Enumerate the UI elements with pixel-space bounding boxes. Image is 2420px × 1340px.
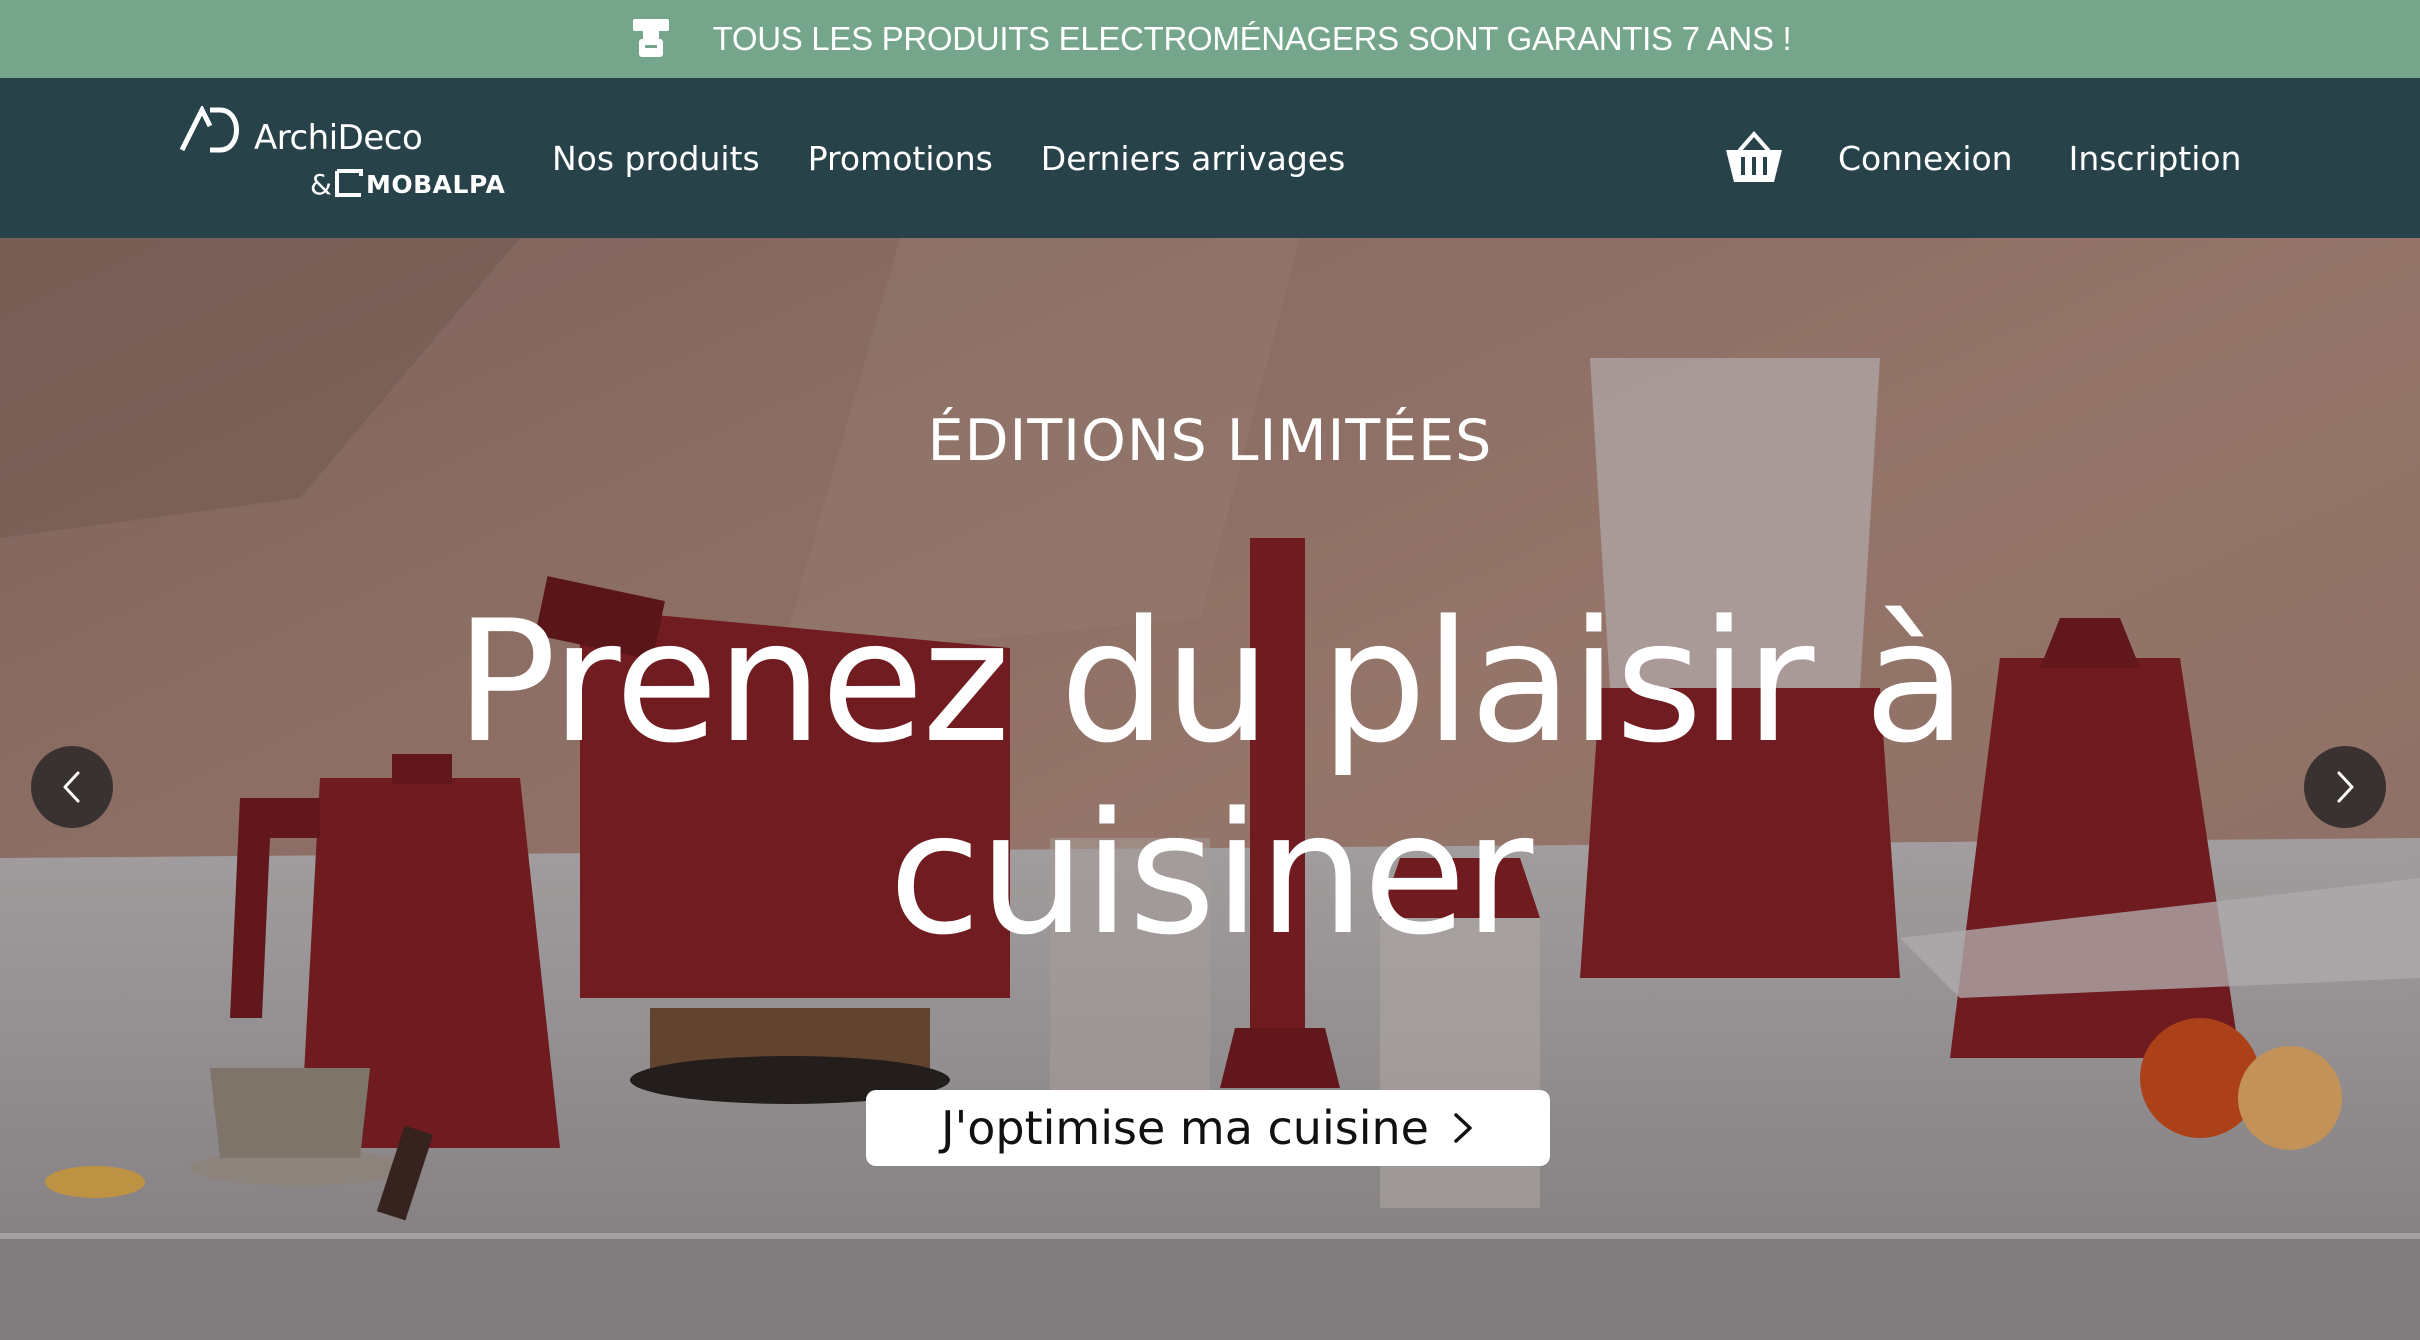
main-navigation: ArchiDeco & MOBALPA Nos produits Promoti… <box>0 78 2420 238</box>
login-link[interactable]: Connexion <box>1838 139 2013 178</box>
logo-ampersand: & <box>310 168 332 201</box>
optimize-kitchen-button[interactable]: J'optimise ma cuisine <box>866 1090 1550 1166</box>
mobalpa-logo-mark <box>335 169 363 197</box>
hero-headline-line1: Prenez du plaisir à <box>455 584 1967 780</box>
hero-banner: ÉDITIONS LIMITÉES Prenez du plaisir à cu… <box>0 238 2420 1340</box>
register-link[interactable]: Inscription <box>2069 139 2242 178</box>
appliance-icon <box>629 17 673 61</box>
nav-link-products[interactable]: Nos produits <box>552 139 760 178</box>
nav-link-new-arrivals[interactable]: Derniers arrivages <box>1041 139 1345 178</box>
announcement-bar: TOUS LES PRODUITS ELECTROMÉNAGERS SONT G… <box>0 0 2420 78</box>
carousel-next-button[interactable] <box>2304 746 2386 828</box>
brand-logo[interactable]: ArchiDeco & MOBALPA <box>180 106 505 206</box>
chevron-left-icon <box>63 771 80 803</box>
chevron-right-icon <box>2337 771 2354 803</box>
logo-name: ArchiDeco <box>254 118 423 158</box>
cta-label: J'optimise ma cuisine <box>941 1101 1429 1155</box>
hero-eyebrow: ÉDITIONS LIMITÉES <box>927 408 1493 474</box>
chevron-right-icon <box>1454 1113 1472 1143</box>
auth-links: Connexion Inscription <box>1838 78 2241 238</box>
basket-icon[interactable] <box>1724 130 1784 186</box>
archideco-logo-mark <box>180 106 239 153</box>
hero-headline: Prenez du plaisir à cuisiner <box>200 586 2220 970</box>
carousel-prev-button[interactable] <box>31 746 113 828</box>
nav-links: Nos produits Promotions Derniers arrivag… <box>552 78 1393 238</box>
announcement-text: TOUS LES PRODUITS ELECTROMÉNAGERS SONT G… <box>712 20 1792 57</box>
logo-partner: MOBALPA <box>366 170 506 199</box>
hero-headline-line2: cuisiner <box>888 776 1534 972</box>
nav-link-promotions[interactable]: Promotions <box>808 139 993 178</box>
